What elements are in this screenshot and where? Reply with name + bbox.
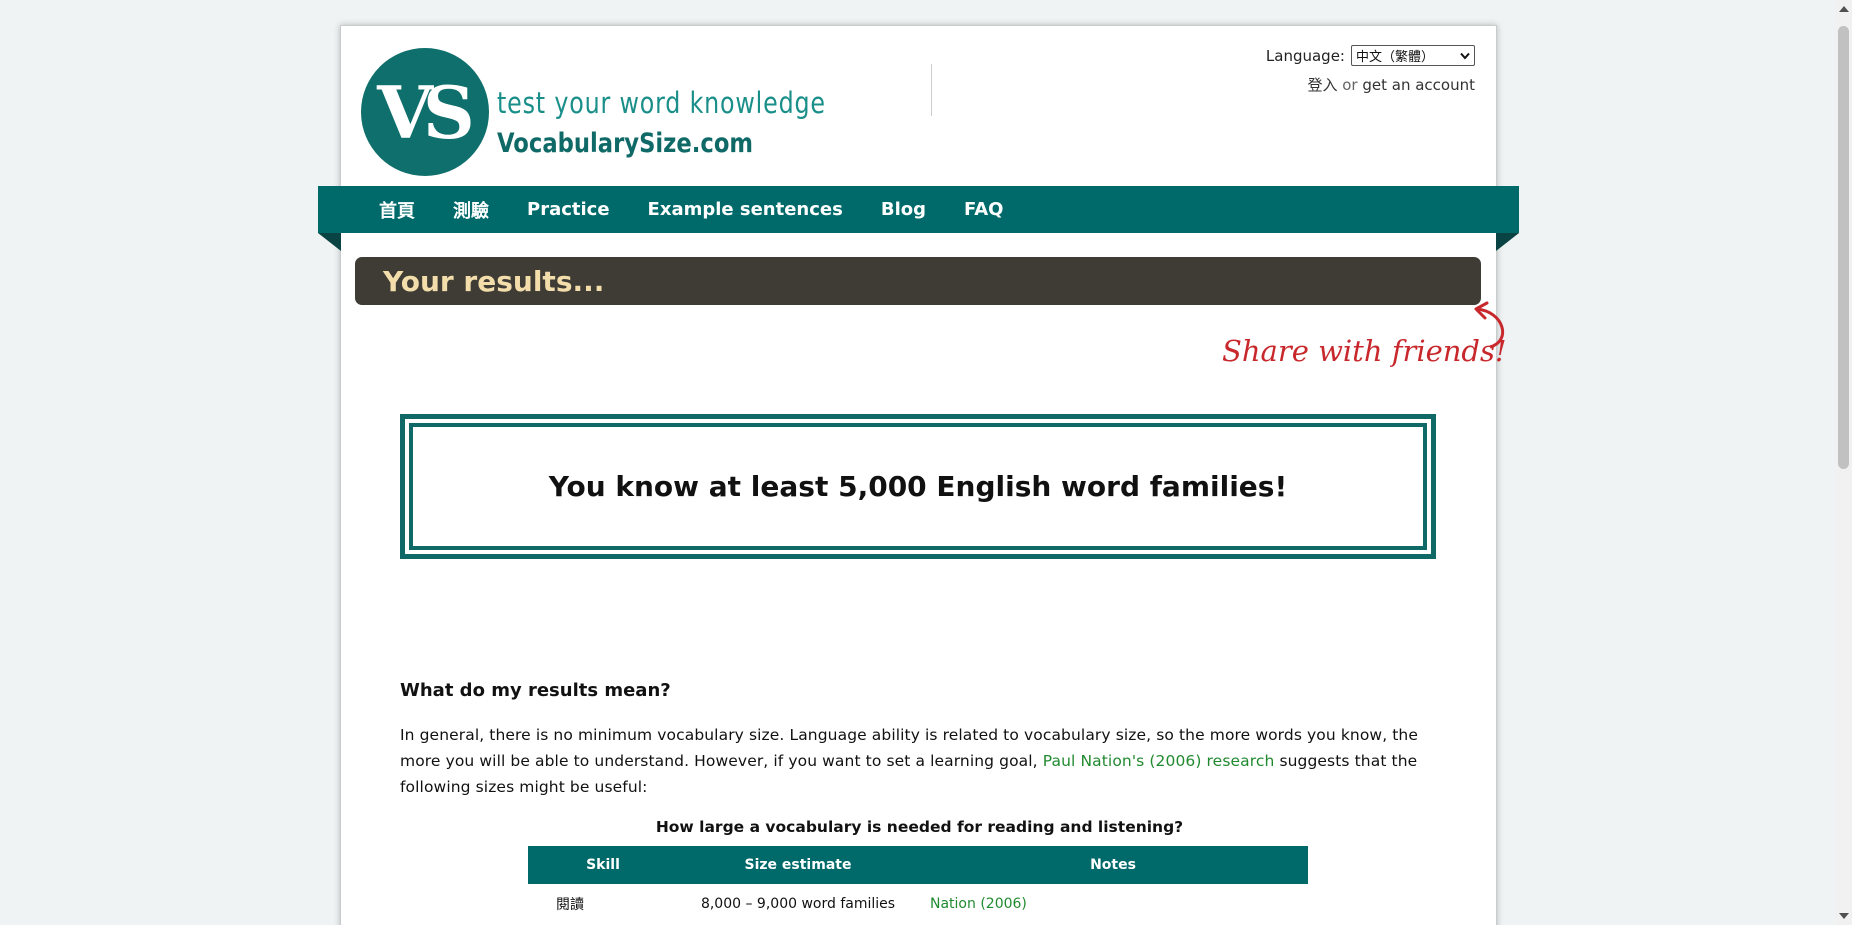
scrollbar-thumb[interactable]	[1838, 26, 1849, 469]
results-title: Your results...	[383, 264, 605, 298]
table-header-row: Skill Size estimate Notes	[528, 846, 1308, 884]
nav-ribbon-fold-right	[1496, 233, 1519, 251]
site-logo[interactable]: VS test your word knowledge VocabularySi…	[361, 48, 825, 180]
nav-ribbon-fold-left	[318, 233, 341, 251]
logo-domain: VocabularySize.com	[497, 128, 754, 159]
nav-item-home[interactable]: 首頁	[379, 197, 415, 223]
table-header-size: Size estimate	[678, 846, 918, 884]
page-container: VS test your word knowledge VocabularySi…	[318, 25, 1519, 925]
result-headline: You know at least 5,000 English word fam…	[548, 470, 1288, 503]
results-explanation: In general, there is no minimum vocabula…	[400, 722, 1440, 800]
results-title-bar: Your results...	[355, 257, 1481, 305]
language-select[interactable]: 中文（繁體）	[1351, 45, 1475, 66]
page-scrollbar[interactable]	[1835, 0, 1852, 925]
result-box-inner: You know at least 5,000 English word fam…	[409, 423, 1427, 550]
scroll-down-arrow-icon[interactable]	[1839, 913, 1849, 919]
result-box: You know at least 5,000 English word fam…	[400, 414, 1436, 559]
results-meaning-heading: What do my results mean?	[400, 680, 671, 701]
nav-item-faq[interactable]: FAQ	[964, 199, 1003, 220]
account-links: 登入 or get an account	[1307, 74, 1475, 95]
table-cell-skill: 閱讀	[556, 897, 584, 913]
nav-item-blog[interactable]: Blog	[881, 199, 926, 220]
share-with-friends[interactable]: Share with friends!	[1214, 301, 1514, 371]
scroll-up-arrow-icon[interactable]	[1839, 6, 1849, 12]
notes-link[interactable]: Nation (2006)	[930, 896, 1027, 912]
table-header-skill: Skill	[528, 846, 678, 884]
logo-circle: VS	[361, 48, 489, 176]
login-link[interactable]: 登入	[1307, 76, 1337, 94]
header-divider	[931, 64, 932, 116]
language-label: Language:	[1265, 46, 1345, 65]
nation-research-link[interactable]: Paul Nation's (2006) research	[1043, 752, 1275, 770]
table-caption: How large a vocabulary is needed for rea…	[655, 818, 1184, 836]
vocabulary-table: Skill Size estimate Notes 閱讀 8,000 – 9,0…	[528, 846, 1308, 924]
language-select-value: 中文（繁體）	[1356, 50, 1435, 65]
main-nav: 首頁 測驗 Practice Example sentences Blog FA…	[318, 186, 1519, 233]
signup-link[interactable]: get an account	[1362, 76, 1475, 94]
logo-monogram: VS	[377, 69, 475, 155]
table-row: 閱讀 8,000 – 9,000 word families Nation (2…	[528, 884, 1308, 924]
chevron-down-icon	[1460, 52, 1470, 60]
nav-item-example-sentences[interactable]: Example sentences	[648, 199, 843, 220]
language-switcher: Language: 中文（繁體）	[1266, 45, 1475, 66]
nav-item-practice[interactable]: Practice	[527, 199, 610, 220]
share-text: Share with friends!	[1222, 334, 1507, 368]
table-cell-notes: Nation (2006)	[918, 884, 1308, 924]
account-or-text: or	[1342, 76, 1358, 94]
logo-tagline: test your word knowledge	[497, 86, 826, 120]
table-cell-size: 8,000 – 9,000 word families	[700, 896, 896, 912]
table-header-notes: Notes	[918, 846, 1308, 884]
nav-item-test[interactable]: 測驗	[453, 197, 489, 223]
